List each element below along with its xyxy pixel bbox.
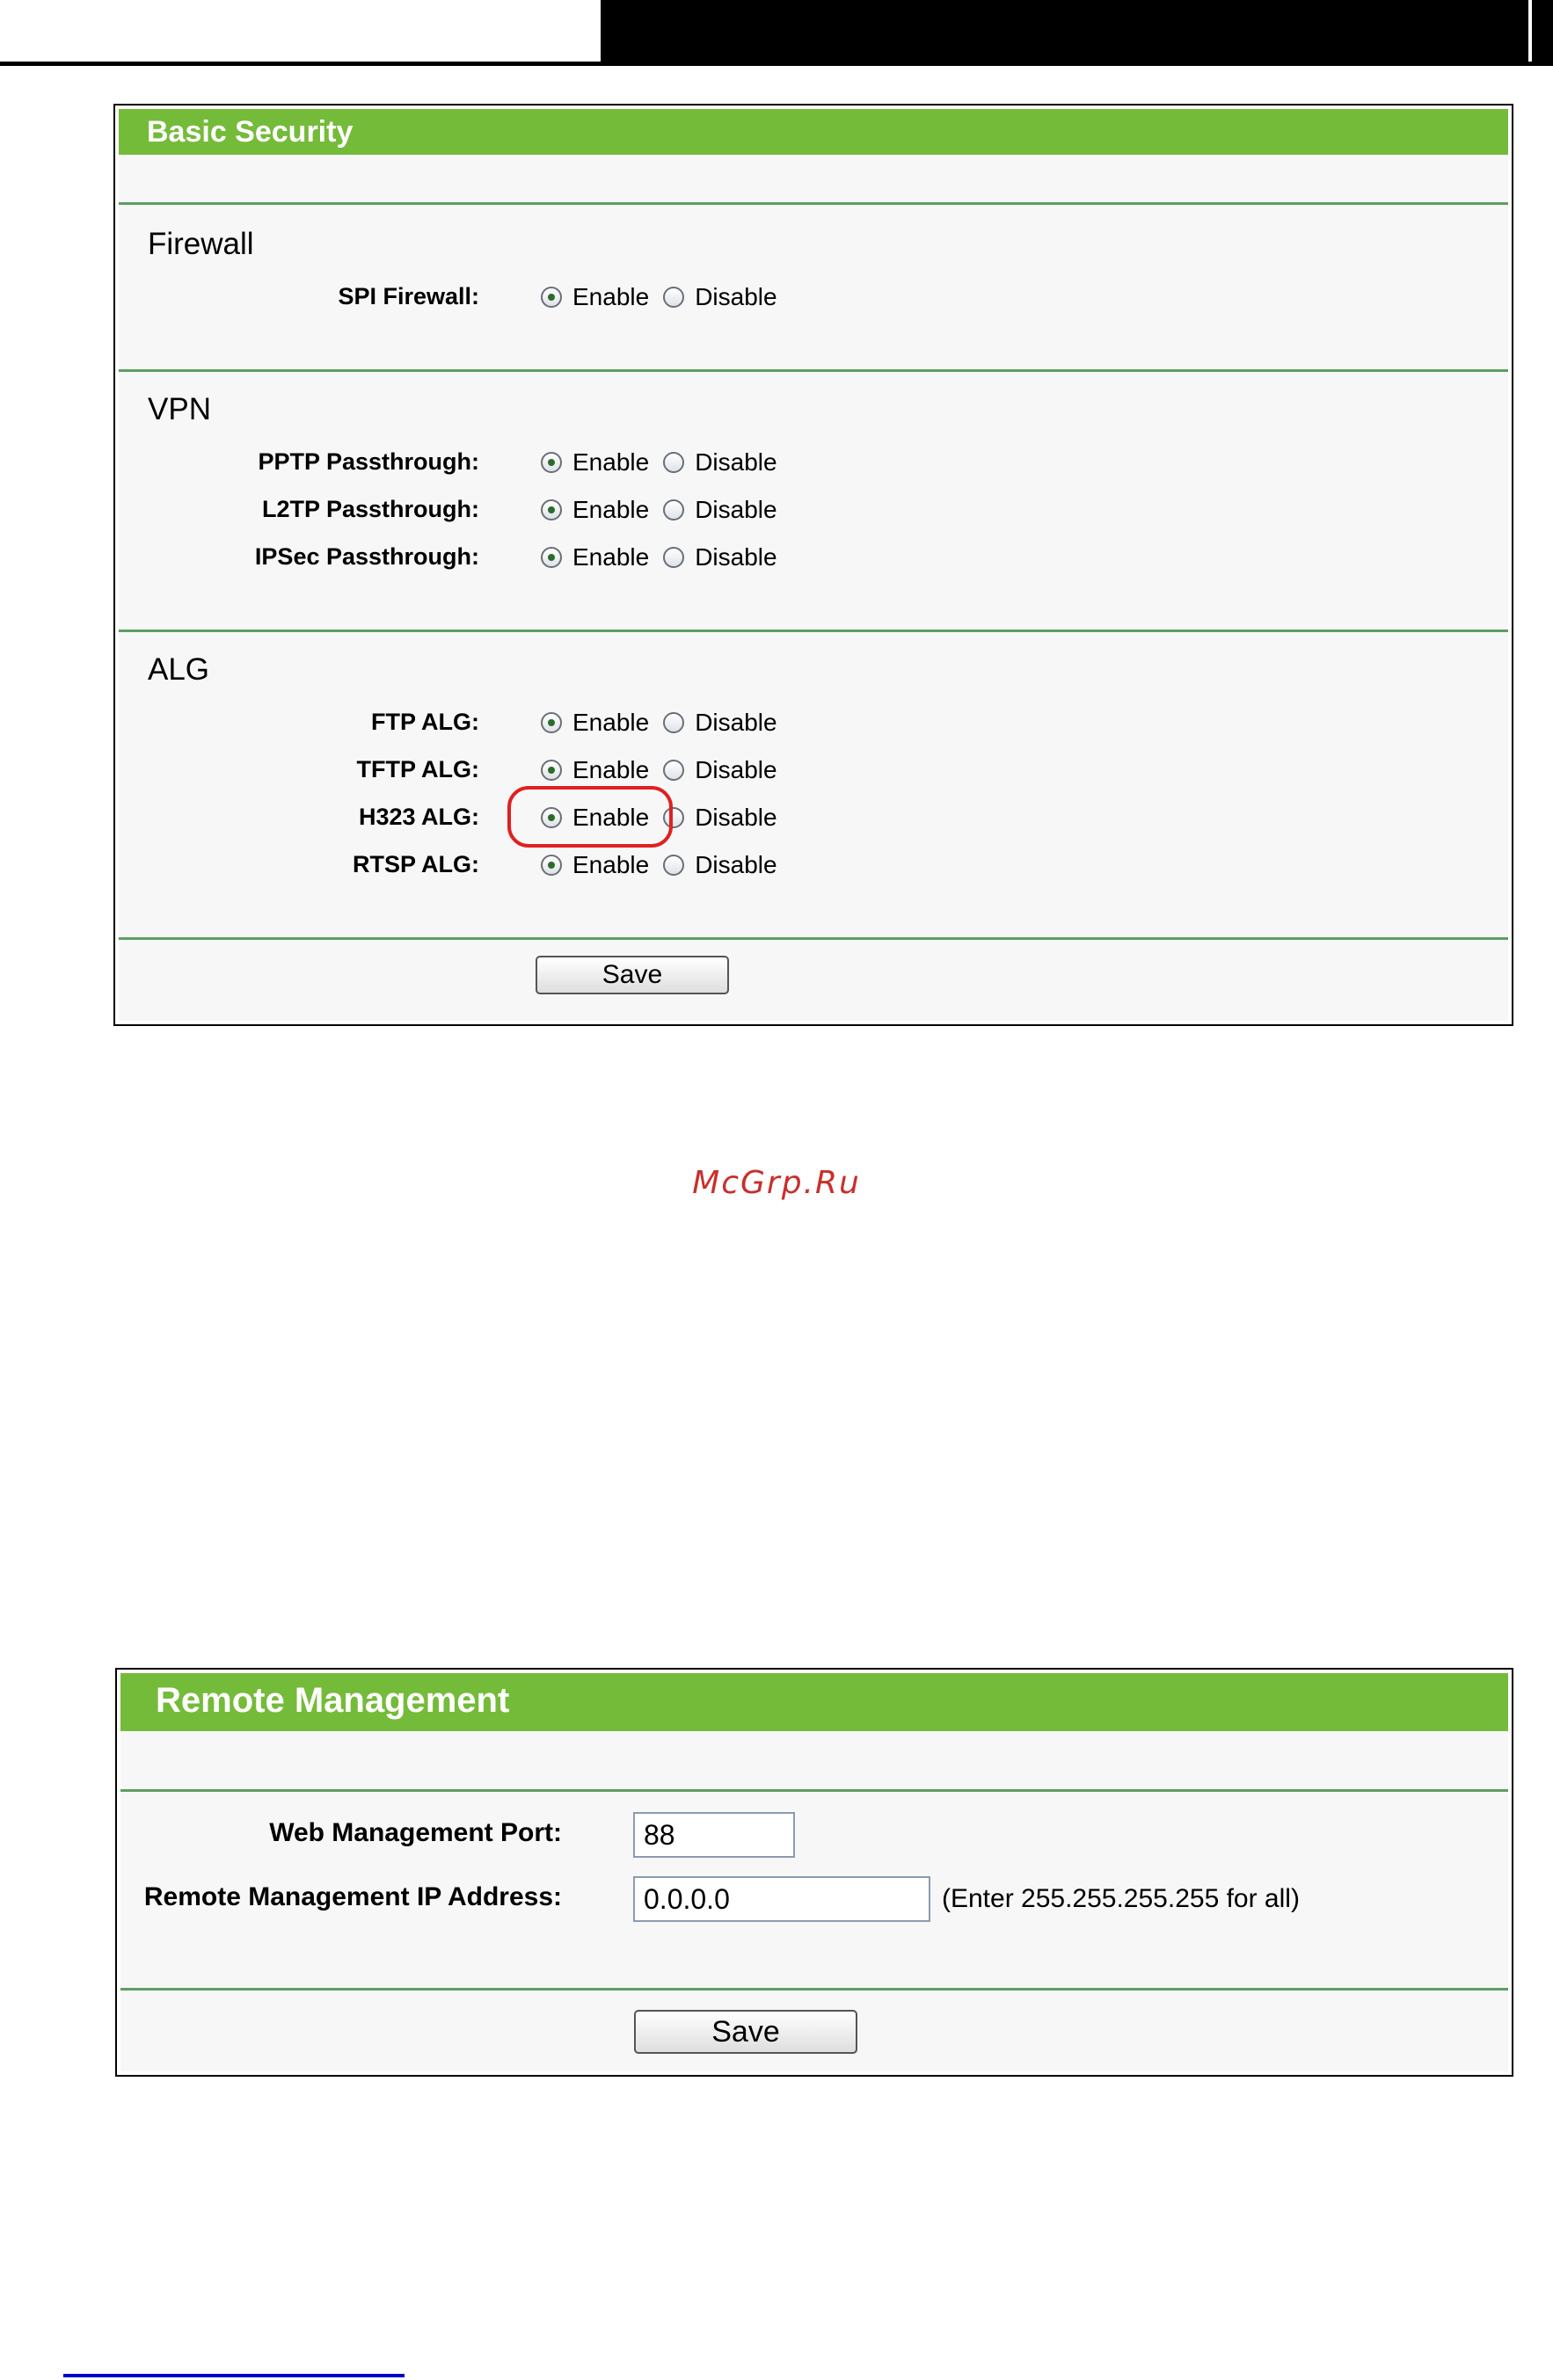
rtsp-alg-disable-radio[interactable] [663,855,685,876]
separator [120,1789,1508,1792]
row-label-ipsec: IPSec Passthrough: [254,543,479,570]
row-label-l2tp: L2TP Passthrough: [261,496,479,522]
remote-management-save-button[interactable]: Save [634,2010,857,2054]
remote-management-ip-label: Remote Management IP Address: [143,1882,562,1911]
ftp-alg-enable-radio[interactable] [541,712,562,733]
separator [119,369,1508,372]
tftp-alg-options: Enable Disable [541,756,791,784]
separator [119,937,1508,940]
row-label-pptp: PPTP Passthrough: [258,448,479,475]
section-title-firewall: Firewall [148,227,254,261]
enable-label: Enable [572,543,650,571]
ipsec-options: Enable Disable [541,543,791,571]
top-banner-left [0,0,601,66]
spi-firewall-options: Enable Disable [541,283,791,311]
rtsp-alg-enable-radio[interactable] [541,855,562,876]
spi-firewall-enable-radio[interactable] [541,287,562,308]
row-label-h323-alg: H323 ALG: [358,804,479,830]
disable-label: Disable [695,543,777,571]
row-label-ftp-alg: FTP ALG: [371,709,479,735]
enable-label: Enable [572,448,650,476]
remote-management-panel: Remote Management Web Management Port: 8… [115,1668,1513,2077]
h323-highlight-ring [507,786,673,848]
enable-label: Enable [572,756,650,783]
watermark-text: McGrp.Ru [692,1165,861,1201]
ipsec-disable-radio[interactable] [663,547,685,568]
tftp-alg-disable-radio[interactable] [663,760,685,781]
pptp-disable-radio[interactable] [663,452,685,473]
top-banner-edge [1528,0,1532,62]
web-management-port-label: Web Management Port: [269,1818,562,1847]
enable-label: Enable [572,851,650,878]
disable-label: Disable [695,448,777,476]
remote-management-ip-input[interactable]: 0.0.0.0 [633,1876,930,1922]
separator [120,1988,1508,1991]
l2tp-disable-radio[interactable] [663,499,685,520]
disable-label: Disable [695,709,777,736]
web-management-port-input[interactable]: 88 [633,1812,795,1858]
basic-security-header: Basic Security [119,109,1508,155]
footer-link-underline[interactable] [63,2374,405,2377]
basic-security-panel: Basic Security Firewall SPI Firewall: En… [113,104,1513,1026]
remote-management-body: Remote Management Web Management Port: 8… [120,1673,1508,2071]
ip-hint-text: (Enter 255.255.255.255 for all) [942,1884,1300,1913]
enable-label: Enable [572,709,650,736]
enable-label: Enable [572,496,650,523]
top-banner-right [620,0,1553,66]
row-label-rtsp-alg: RTSP ALG: [352,851,479,877]
tftp-alg-enable-radio[interactable] [541,760,562,781]
disable-label: Disable [695,756,777,783]
separator [119,202,1508,205]
ipsec-enable-radio[interactable] [541,547,562,568]
remote-management-header: Remote Management [120,1673,1508,1731]
top-banner-divider [601,0,620,66]
rtsp-alg-options: Enable Disable [541,851,791,879]
section-title-alg: ALG [148,652,210,687]
row-label-spi-firewall: SPI Firewall: [338,283,479,309]
spi-firewall-disable-radio[interactable] [663,287,685,308]
row-label-tftp-alg: TFTP ALG: [356,756,479,782]
pptp-options: Enable Disable [541,448,791,477]
ftp-alg-options: Enable Disable [541,709,791,737]
basic-security-body: Basic Security Firewall SPI Firewall: En… [119,109,1508,1021]
l2tp-enable-radio[interactable] [541,499,562,520]
pptp-enable-radio[interactable] [541,452,562,473]
disable-label: Disable [695,283,777,310]
separator [119,630,1508,632]
disable-label: Disable [695,804,777,831]
ftp-alg-disable-radio[interactable] [663,712,685,733]
basic-security-save-button[interactable]: Save [536,956,729,994]
disable-label: Disable [695,851,777,878]
section-title-vpn: VPN [148,392,211,426]
enable-label: Enable [572,283,650,310]
disable-label: Disable [695,496,777,523]
l2tp-options: Enable Disable [541,496,791,524]
